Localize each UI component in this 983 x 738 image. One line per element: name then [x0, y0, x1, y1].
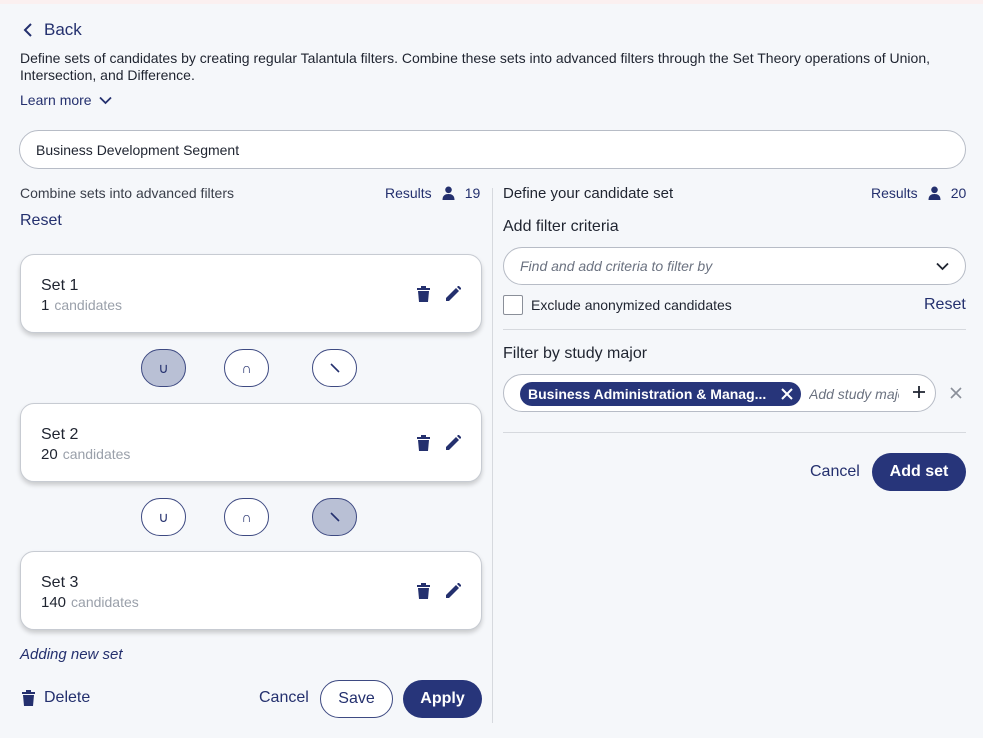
trash-icon	[22, 690, 35, 706]
study-major-field[interactable]: Business Administration & Manag...	[503, 374, 936, 412]
add-filter-heading: Add filter criteria	[503, 218, 619, 235]
back-link[interactable]: Back	[22, 20, 82, 40]
intersection-operator-button[interactable]: ∩	[224, 498, 269, 536]
difference-operator-button[interactable]	[312, 349, 357, 387]
difference-operator-button[interactable]	[312, 498, 357, 536]
results-count: 19	[464, 185, 481, 201]
learn-more-toggle[interactable]: Learn more	[20, 92, 112, 108]
person-icon	[442, 186, 455, 200]
intersection-symbol: ∩	[241, 360, 252, 376]
set-card[interactable]: Set 3 140 candidates	[20, 551, 482, 630]
define-set-heading: Define your candidate set	[503, 185, 674, 202]
results-label: Results	[385, 185, 432, 201]
exclude-anonymized-checkbox[interactable]	[503, 295, 523, 315]
set-count: 20 candidates	[41, 446, 130, 463]
set-difference-icon	[329, 512, 340, 522]
set-title: Set 2	[41, 426, 79, 443]
close-icon[interactable]	[781, 388, 793, 400]
trash-icon[interactable]	[417, 435, 430, 451]
chevron-down-icon	[98, 96, 112, 104]
major-chip: Business Administration & Manag...	[520, 382, 801, 406]
exclude-anonymized-row: Exclude anonymized candidates	[503, 295, 732, 315]
left-reset-link[interactable]: Reset	[20, 212, 62, 230]
major-chip-label: Business Administration & Manag...	[528, 386, 767, 402]
pencil-icon[interactable]	[445, 435, 461, 451]
left-results: Results 19	[385, 185, 480, 201]
set-card[interactable]: Set 2 20 candidates	[20, 403, 482, 482]
set-count-label: candidates	[71, 594, 139, 610]
chevron-left-icon	[23, 23, 32, 37]
study-major-input[interactable]	[809, 383, 899, 405]
add-set-button[interactable]: Add set	[872, 453, 966, 491]
delete-label: Delete	[44, 689, 91, 706]
set-count-label: candidates	[62, 446, 131, 462]
set-card[interactable]: Set 1 1 candidates	[20, 254, 482, 333]
results-count: 20	[950, 185, 967, 201]
trash-icon[interactable]	[417, 583, 430, 599]
save-button[interactable]: Save	[320, 680, 393, 718]
column-divider	[492, 188, 493, 723]
set-count: 1 candidates	[41, 297, 122, 314]
person-icon	[928, 186, 941, 200]
plus-icon[interactable]	[912, 385, 926, 399]
combine-sets-heading: Combine sets into advanced filters	[20, 185, 234, 201]
page-description: Define sets of candidates by creating re…	[20, 50, 931, 83]
divider	[503, 329, 966, 330]
intersection-symbol: ∩	[241, 509, 252, 525]
set-count: 140 candidates	[41, 594, 139, 611]
set-count-label: candidates	[54, 297, 123, 313]
union-operator-button[interactable]: ∪	[141, 498, 186, 536]
pencil-icon[interactable]	[445, 583, 461, 599]
apply-button[interactable]: Apply	[403, 680, 482, 718]
right-reset-link[interactable]: Reset	[924, 296, 966, 314]
set-difference-icon	[329, 363, 340, 373]
chevron-down-icon	[936, 262, 949, 270]
set-title: Set 3	[41, 574, 79, 591]
set-title: Set 1	[41, 277, 79, 294]
set-count-value: 1	[41, 297, 50, 314]
trash-icon[interactable]	[417, 286, 430, 302]
results-label: Results	[871, 185, 918, 201]
set-count-value: 140	[41, 594, 67, 611]
right-results: Results 20	[871, 185, 966, 201]
study-major-heading: Filter by study major	[503, 345, 648, 362]
filter-name-input[interactable]	[19, 130, 966, 169]
exclude-anonymized-label: Exclude anonymized candidates	[531, 297, 732, 313]
clear-icon[interactable]	[950, 387, 962, 399]
set-count-value: 20	[41, 446, 58, 463]
union-symbol: ∪	[158, 359, 169, 376]
back-label: Back	[44, 20, 82, 39]
adding-new-set-label: Adding new set	[20, 646, 123, 663]
delete-button[interactable]: Delete	[22, 689, 90, 707]
union-operator-button[interactable]: ∪	[141, 349, 186, 387]
cancel-button[interactable]: Cancel	[259, 689, 309, 707]
cancel-button[interactable]: Cancel	[810, 463, 860, 481]
union-symbol: ∪	[158, 508, 169, 525]
top-accent-line	[0, 0, 983, 4]
divider	[503, 432, 966, 433]
criteria-dropdown[interactable]: Find and add criteria to filter by	[503, 247, 966, 285]
criteria-placeholder: Find and add criteria to filter by	[520, 258, 713, 274]
pencil-icon[interactable]	[445, 286, 461, 302]
intersection-operator-button[interactable]: ∩	[224, 349, 269, 387]
learn-more-label: Learn more	[20, 92, 92, 108]
